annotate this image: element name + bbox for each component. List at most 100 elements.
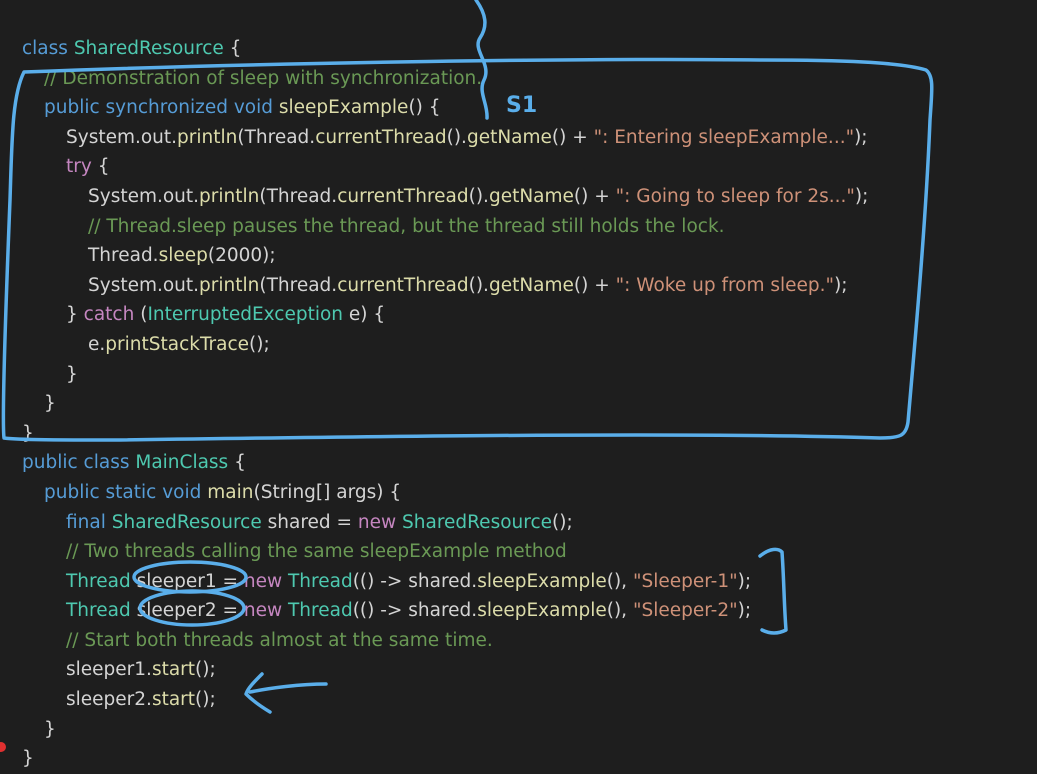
code-token: sleeper1. — [66, 659, 152, 681]
code-line: class SharedResource { — [0, 34, 1037, 64]
code-token: shared = — [261, 511, 358, 533]
code-line: } catch (InterruptedException e) { — [0, 300, 1037, 330]
code-line: Thread.sleep(2000); — [0, 241, 1037, 271]
code-token: println — [199, 185, 260, 207]
code-token: (2000); — [207, 245, 276, 267]
code-line: } — [0, 389, 1037, 419]
code-token: final — [66, 511, 112, 533]
code-token: // Start both threads almost at the same… — [66, 629, 493, 651]
code-token: } — [22, 422, 34, 444]
code-token: (Thread. — [259, 274, 338, 296]
code-token: ); — [854, 126, 868, 148]
code-token: println — [177, 126, 238, 148]
code-token: Thread. — [88, 245, 159, 267]
code-token: (() -> shared. — [352, 570, 478, 592]
code-token: println — [199, 274, 260, 296]
code-token: main — [207, 481, 254, 503]
code-token: public class — [22, 452, 136, 474]
code-token: (); — [552, 511, 573, 533]
code-token: (); — [249, 333, 270, 355]
code-token: "Sleeper-1" — [632, 570, 738, 592]
code-token: new — [357, 511, 403, 533]
code-token: try — [66, 156, 92, 178]
code-token: sleepExample — [278, 97, 409, 119]
code-line: public static void main(String[] args) { — [0, 478, 1037, 508]
code-token: sleepExample — [477, 570, 607, 592]
code-token: (). — [468, 185, 489, 207]
code-token: sleeper2 = — [130, 600, 244, 622]
code-token: "Sleeper-2" — [632, 600, 738, 622]
code-token: currentThread — [337, 274, 469, 296]
code-token: public synchronized void — [44, 97, 279, 119]
code-token: Thread — [66, 570, 131, 592]
code-line: } — [0, 744, 1037, 774]
code-token: () + — [573, 274, 616, 296]
code-token: { — [228, 452, 246, 474]
code-token: // Two threads calling the same sleepExa… — [66, 541, 567, 563]
code-token: new — [243, 570, 288, 592]
code-line: System.out.println(Thread.currentThread(… — [0, 182, 1037, 212]
code-token: start — [151, 659, 196, 681]
code-token: System.out. — [88, 274, 200, 296]
code-token: { — [91, 156, 110, 178]
code-token: (); — [195, 689, 216, 711]
code-line: sleeper1.start(); — [0, 655, 1037, 685]
code-token: Thread — [288, 600, 353, 622]
code-token: (String[] args) { — [253, 481, 402, 503]
code-line: sleeper2.start(); — [0, 685, 1037, 715]
code-token: (). — [468, 274, 489, 296]
code-token: // Thread.sleep pauses the thread, but t… — [88, 215, 725, 237]
code-token: currentThread — [337, 185, 469, 207]
code-token: (), — [606, 570, 633, 592]
code-token: start — [151, 689, 196, 711]
code-token: Thread — [288, 570, 353, 592]
code-line: } — [0, 419, 1037, 449]
code-token: ); — [737, 570, 752, 592]
code-token: (). — [446, 126, 467, 148]
code-token: InterruptedException — [147, 304, 344, 326]
code-token: ); — [737, 600, 752, 622]
code-token: MainClass — [135, 452, 229, 474]
code-line: // Two threads calling the same sleepExa… — [0, 537, 1037, 567]
code-line: // Demonstration of sleep with synchroni… — [0, 64, 1037, 94]
code-token: System.out. — [88, 185, 200, 207]
code-token: class — [22, 38, 74, 59]
code-token: (Thread. — [259, 185, 338, 207]
code-token: () + — [573, 185, 616, 207]
code-line: final SharedResource shared = new Shared… — [0, 508, 1037, 538]
code-token: sleeper2. — [66, 689, 152, 711]
code-line: Thread sleeper2 = new Thread(() -> share… — [0, 596, 1037, 626]
code-token: } — [22, 748, 34, 770]
code-token: { — [223, 38, 242, 59]
code-token: public static void — [44, 481, 208, 503]
code-token: (); — [195, 659, 216, 681]
code-token: new — [243, 600, 288, 622]
code-token: System.out. — [66, 126, 178, 148]
code-token: ": Going to sleep for 2s..." — [615, 185, 855, 207]
code-token: e) { — [343, 304, 386, 326]
code-token: (Thread. — [237, 126, 316, 148]
code-line: // Start both threads almost at the same… — [0, 626, 1037, 656]
code-line: Thread sleeper1 = new Thread(() -> share… — [0, 567, 1037, 597]
code-token: // Demonstration of sleep with synchroni… — [44, 67, 483, 89]
code-editor: class SharedResource { // Demonstration o… — [0, 0, 1037, 769]
code-token: sleep — [158, 245, 208, 267]
code-token: e. — [88, 333, 106, 355]
code-token: SharedResource — [73, 38, 224, 59]
code-token: sleepExample — [477, 600, 607, 622]
code-line: try { — [0, 152, 1037, 182]
code-token: () { — [408, 97, 441, 119]
code-line: System.out.println(Thread.currentThread(… — [0, 271, 1037, 301]
code-line: } — [0, 715, 1037, 745]
code-line: public class MainClass { — [0, 448, 1037, 478]
code-token: (() -> shared. — [352, 600, 478, 622]
code-token: ( — [134, 304, 148, 326]
code-token: ); — [854, 185, 869, 207]
code-token: getName — [488, 274, 574, 296]
code-token: printStackTrace — [105, 333, 250, 355]
code-line: e.printStackTrace(); — [0, 330, 1037, 360]
code-token: } — [66, 304, 84, 326]
code-token: catch — [83, 304, 135, 326]
code-token: getName — [466, 126, 552, 148]
code-token: SharedResource — [402, 511, 553, 533]
